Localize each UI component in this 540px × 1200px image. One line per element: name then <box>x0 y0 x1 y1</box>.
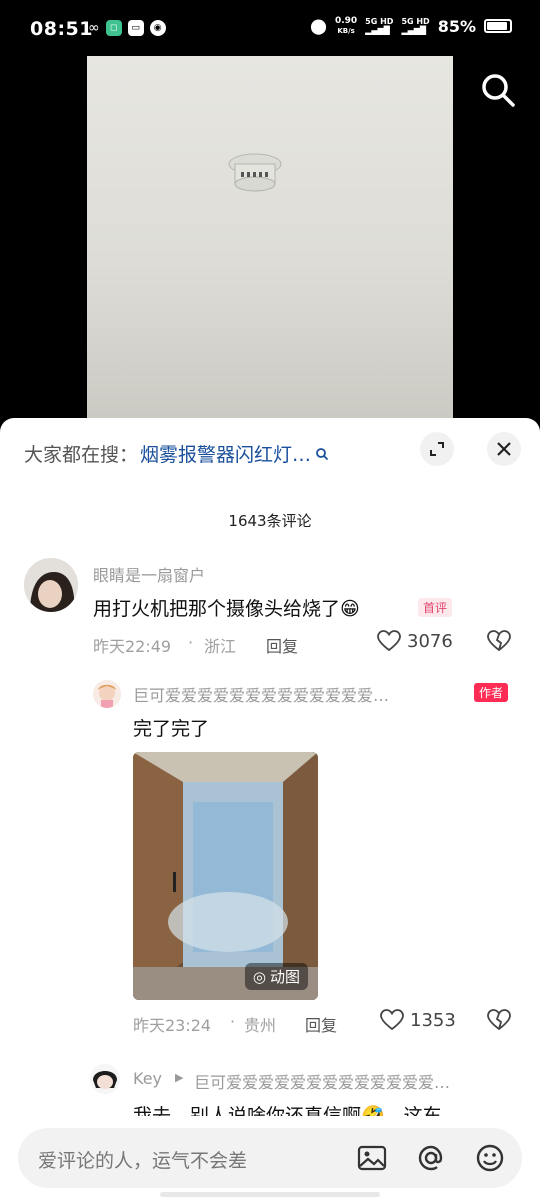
meta-separator: · <box>188 633 194 652</box>
avatar-image <box>24 558 78 612</box>
network-speed: 0.90 KB/s <box>334 16 358 35</box>
avatar[interactable] <box>24 558 78 612</box>
avatar[interactable] <box>90 1064 120 1094</box>
avatar[interactable] <box>93 680 121 708</box>
comment-location: 贵州 <box>244 1016 277 1035</box>
dislike-icon[interactable] <box>487 630 511 652</box>
video-player[interactable] <box>0 56 540 436</box>
app-notify-icon: ◻ <box>105 20 122 36</box>
vivo-notify-icon: ▭ <box>127 20 144 36</box>
status-notification-icons: ∞ ◻ ▭ ◉ <box>88 20 166 36</box>
comment-gif-image[interactable]: ◎ 动图 <box>133 752 318 1000</box>
battery-percent: 85% <box>437 16 476 36</box>
comment-location: 浙江 <box>204 637 237 656</box>
dislike-icon[interactable] <box>487 1009 511 1031</box>
status-right: ⬤ 0.90 KB/s 5G HD ▂▄▆█ 5G HD ▂▄▆█ 85% <box>310 16 512 36</box>
video-frame <box>87 56 453 436</box>
hot-search-label: 大家都在搜： <box>24 444 139 466</box>
expand-icon <box>430 442 444 456</box>
like-button[interactable]: 1353 <box>380 1009 456 1031</box>
like-count: 1353 <box>410 1009 456 1031</box>
at-mention-icon[interactable] <box>415 1142 447 1174</box>
home-indicator <box>160 1192 380 1197</box>
comment-text[interactable]: 用打火机把那个摄像头给烧了😁 <box>93 594 360 621</box>
avatar-image <box>90 1064 120 1094</box>
heart-icon <box>380 1009 404 1031</box>
gif-icon: ◎ <box>252 967 266 986</box>
comment-input[interactable]: 爱评论的人，运气不会差 <box>18 1128 522 1188</box>
comment-input-placeholder: 爱评论的人，运气不会差 <box>38 1150 248 1172</box>
hot-search-query[interactable]: 烟雾报警器闪红灯… <box>140 440 311 467</box>
close-icon <box>497 442 511 456</box>
first-comment-badge: 首评 <box>418 598 453 617</box>
reply-button[interactable]: 回复 <box>266 633 298 657</box>
comment-time: 昨天22:49 <box>93 637 172 656</box>
comment-text[interactable]: 完了完了 <box>133 714 209 741</box>
status-bar: 08:51 ∞ ◻ ▭ ◉ ⬤ 0.90 KB/s 5G HD ▂▄▆█ 5G H… <box>0 0 540 56</box>
close-button[interactable] <box>487 432 521 466</box>
meta-separator: · <box>230 1012 236 1031</box>
like-count: 3076 <box>407 630 453 652</box>
gif-badge: ◎ 动图 <box>244 963 308 990</box>
search-small-icon <box>316 447 329 460</box>
reply-arrow-icon: ▶ <box>175 1071 184 1084</box>
reply-target[interactable]: 巨可爱爱爱爱爱爱爱爱爱爱爱爱爱… <box>194 1069 450 1093</box>
link-icon: ∞ <box>88 20 100 36</box>
comment-author[interactable]: 巨可爱爱爱爱爱爱爱爱爱爱爱爱爱… <box>133 682 389 706</box>
signal-sim1-icon: 5G HD ▂▄▆█ <box>365 17 394 35</box>
shield-notify-icon: ◉ <box>149 20 166 36</box>
author-badge: 作者 <box>474 683 509 702</box>
hot-search-bar[interactable]: 大家都在搜： 烟雾报警器闪红灯… <box>24 440 329 467</box>
like-button[interactable]: 3076 <box>377 630 453 652</box>
avatar-image <box>93 680 121 708</box>
battery-icon <box>484 19 512 33</box>
comment-author[interactable]: Key <box>133 1069 162 1088</box>
search-icon[interactable] <box>478 70 518 110</box>
comment-time: 昨天23:24 <box>133 1016 212 1035</box>
smoke-detector-image <box>228 153 282 192</box>
reply-button[interactable]: 回复 <box>305 1012 337 1036</box>
image-icon[interactable] <box>356 1142 388 1174</box>
heart-icon <box>377 630 401 652</box>
signal-sim2-icon: 5G HD ▂▄▆█ <box>401 17 430 35</box>
location-icon: ⬤ <box>310 17 327 35</box>
status-time: 08:51 <box>30 18 93 40</box>
comment-author[interactable]: 眼睛是一扇窗户 <box>93 562 205 586</box>
comment-count: 1643条评论 <box>228 512 312 530</box>
comment-sheet: 大家都在搜： 烟雾报警器闪红灯… 1643条评论 眼睛是一扇窗户 用打火机把那个… <box>0 418 540 1200</box>
emoji-icon[interactable] <box>474 1142 506 1174</box>
expand-button[interactable] <box>420 432 454 466</box>
